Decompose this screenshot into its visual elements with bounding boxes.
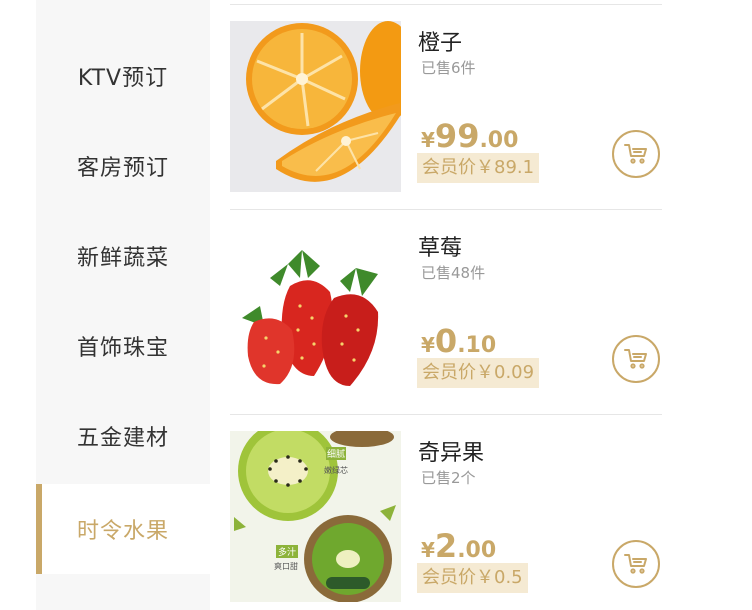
price-decimal: .00	[479, 128, 519, 153]
page-margin	[676, 0, 752, 610]
add-to-cart-button[interactable]	[612, 130, 660, 178]
product-name: 草莓	[418, 236, 463, 261]
product-price: ¥99.00	[421, 117, 518, 155]
product-name: 奇异果	[418, 441, 485, 466]
currency-symbol: ¥	[421, 333, 435, 357]
price-integer: 2	[434, 527, 458, 565]
price-decimal: .00	[457, 538, 497, 563]
currency-symbol: ¥	[421, 128, 435, 152]
price-integer: 0	[434, 322, 458, 360]
category-label: 新鲜蔬菜	[76, 246, 169, 271]
orange-image[interactable]	[230, 21, 401, 192]
category-label: 首饰珠宝	[76, 336, 169, 361]
kiwi-image[interactable]: 细腻 嫩绿芯 多汁 爽口甜	[230, 431, 401, 602]
product-price: ¥2.00	[421, 527, 496, 565]
product-card-orange[interactable]: 橙子 已售6件 ¥99.00 会员价￥89.1	[230, 4, 662, 209]
cart-icon	[624, 554, 647, 574]
product-card-strawberry[interactable]: 草莓 已售48件 ¥0.10 会员价￥0.09	[230, 209, 662, 414]
currency-symbol: ¥	[421, 538, 435, 562]
price-integer: 99	[434, 117, 480, 155]
cart-icon	[624, 144, 647, 164]
sold-count: 已售2个	[421, 469, 476, 487]
product-name: 橙子	[418, 31, 463, 56]
strawberry-image[interactable]	[230, 226, 401, 397]
product-card-kiwi[interactable]: 细腻 嫩绿芯 多汁 爽口甜 奇异果 已售2个 ¥2.00 会员价￥0.5	[230, 414, 662, 610]
member-price-badge: 会员价￥89.1	[417, 153, 540, 183]
add-to-cart-button[interactable]	[612, 540, 660, 588]
sold-count: 已售6件	[421, 59, 476, 77]
category-label: 五金建材	[76, 426, 169, 451]
svg-text:多汁: 多汁	[278, 546, 296, 558]
svg-text:爽口甜: 爽口甜	[274, 561, 298, 571]
svg-text:嫩绿芯: 嫩绿芯	[324, 465, 348, 475]
product-list: 橙子 已售6件 ¥99.00 会员价￥89.1 草莓 已售48件 ¥0.10 会…	[210, 0, 676, 610]
category-item-vegetables[interactable]: 新鲜蔬菜	[36, 211, 210, 301]
cart-icon	[624, 349, 647, 369]
sold-count: 已售48件	[421, 264, 486, 282]
category-sidebar: KTV预订 客房预订 新鲜蔬菜 首饰珠宝 五金建材 时令水果	[36, 0, 210, 610]
svg-text:细腻: 细腻	[327, 448, 345, 460]
category-label: 时令水果	[76, 519, 169, 544]
category-item-seasonal-fruit[interactable]: 时令水果	[36, 484, 210, 574]
member-price-badge: 会员价￥0.09	[417, 358, 540, 388]
category-item-hardware[interactable]: 五金建材	[36, 391, 210, 481]
member-price-badge: 会员价￥0.5	[417, 563, 528, 593]
price-decimal: .10	[457, 333, 497, 358]
product-price: ¥0.10	[421, 322, 496, 360]
category-label: KTV预订	[77, 66, 169, 91]
category-item-rooms[interactable]: 客房预订	[36, 121, 210, 211]
add-to-cart-button[interactable]	[612, 335, 660, 383]
category-item-jewelry[interactable]: 首饰珠宝	[36, 301, 210, 391]
category-item-ktv[interactable]: KTV预订	[36, 31, 210, 121]
category-label: 客房预订	[76, 156, 169, 181]
